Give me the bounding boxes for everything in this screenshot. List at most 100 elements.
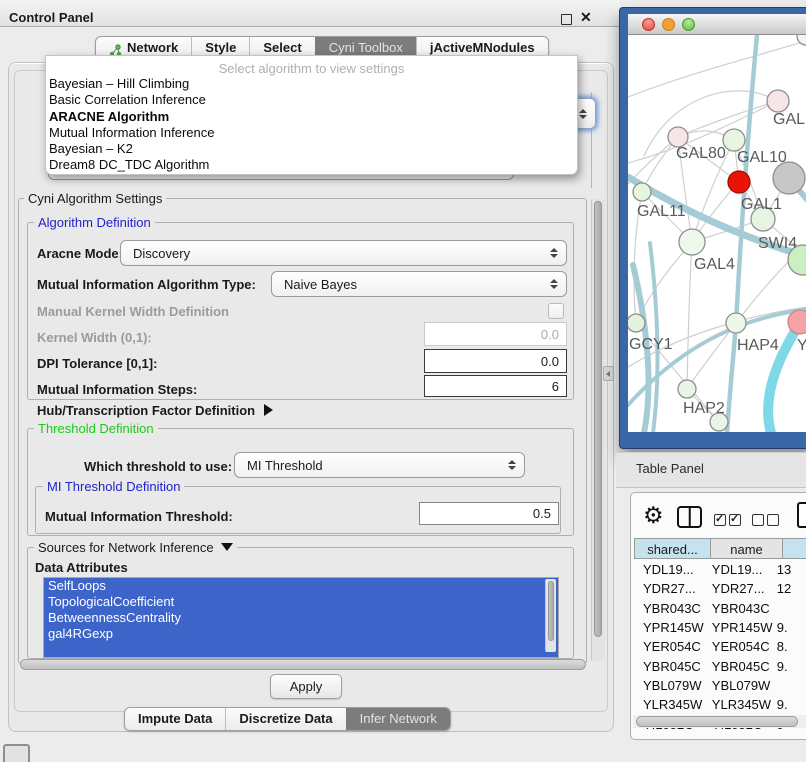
network-edge <box>727 323 736 432</box>
tab-impute-data[interactable]: Impute Data <box>125 708 225 730</box>
column-header-shared-name[interactable]: shared... <box>634 538 711 559</box>
data-attribute-item[interactable]: SelfLoops <box>44 578 558 594</box>
manual-kernel-label: Manual Kernel Width Definition <box>37 304 229 319</box>
network-node[interactable] <box>773 162 805 194</box>
algorithm-option[interactable]: Bayesian – Hill Climbing <box>46 76 577 92</box>
mi-steps-field[interactable]: 6 <box>424 375 567 397</box>
tab-impute-data-label: Impute Data <box>138 708 212 730</box>
table-cell: 9. <box>773 659 806 674</box>
apply-button[interactable]: Apply <box>270 674 342 699</box>
tab-infer-network[interactable]: Infer Network <box>346 708 450 730</box>
table-row[interactable]: YBR043CYBR043C <box>634 599 806 618</box>
aracne-mode-combo[interactable]: Discovery <box>120 240 567 266</box>
table-row[interactable]: YPR145WYPR145W9. <box>634 618 806 637</box>
network-node[interactable] <box>678 380 696 398</box>
gear-icon[interactable]: ⚙ <box>643 502 664 529</box>
network-node[interactable] <box>668 127 688 147</box>
network-node[interactable] <box>726 313 746 333</box>
which-threshold-combo[interactable]: MI Threshold <box>234 452 525 478</box>
close-icon[interactable]: ✕ <box>580 9 592 26</box>
panel-splitter-handle[interactable] <box>603 366 614 381</box>
mi-type-combo[interactable]: Naive Bayes <box>271 271 567 297</box>
attributes-list-scrollbar-thumb[interactable] <box>548 581 554 641</box>
table-row[interactable]: YBL079WYBL079W <box>634 676 806 695</box>
table-cell: YDL19... <box>634 562 706 577</box>
algorithm-option[interactable]: Dream8 DC_TDC Algorithm <box>46 157 577 173</box>
hub-section-toggle[interactable]: Hub/Transcription Factor Definition <box>37 403 273 418</box>
network-node-label: GAL1 <box>741 196 782 213</box>
data-attributes-list[interactable]: SelfLoopsTopologicalCoefficientBetweenne… <box>43 577 559 658</box>
kernel-width-field[interactable]: 0.0 <box>424 322 567 346</box>
data-attribute-item[interactable] <box>44 642 558 658</box>
hub-section-label: Hub/Transcription Factor Definition <box>37 403 255 418</box>
table-row[interactable]: YDL19...YDL19...13 <box>634 560 806 579</box>
table-cell: 13 <box>773 562 806 577</box>
zoom-traffic-light-icon[interactable] <box>682 18 695 31</box>
network-node[interactable] <box>767 90 789 112</box>
data-attribute-item[interactable]: BetweennessCentrality <box>44 610 558 626</box>
network-node[interactable] <box>628 314 645 332</box>
settings-vertical-scrollbar-thumb[interactable] <box>594 201 602 637</box>
tab-discretize-data[interactable]: Discretize Data <box>225 708 345 730</box>
network-node[interactable] <box>633 183 651 201</box>
algorithm-option[interactable]: ARACNE Algorithm <box>46 109 577 125</box>
table-cell: YBR043C <box>634 601 706 616</box>
column-header-name[interactable]: name <box>711 538 783 559</box>
table-row[interactable]: YLR345WYLR345W9. <box>634 695 806 714</box>
network-view-window[interactable]: GALGAL80GAL10GAL1GAL11SWI4GAL4GCY1HAP4YH… <box>620 8 806 448</box>
data-attribute-item[interactable]: gal4RGexp <box>44 626 558 642</box>
tab-infer-network-label: Infer Network <box>360 708 437 730</box>
table-cell: 9. <box>773 620 806 635</box>
minimize-traffic-light-icon[interactable] <box>662 18 675 31</box>
collapse-down-icon <box>221 543 233 551</box>
algorithm-option[interactable]: Bayesian – K2 <box>46 141 577 157</box>
table-cell: YER054C <box>706 639 773 654</box>
table-horizontal-scrollbar-thumb[interactable] <box>636 716 798 727</box>
attributes-list-scrollbar[interactable] <box>545 579 556 652</box>
mi-threshold-field[interactable]: 0.5 <box>419 502 559 525</box>
mi-steps-label: Mutual Information Steps: <box>37 382 197 397</box>
table-cell: 12 <box>773 581 806 596</box>
screen: Control Panel ✕ Network Style Select Cyn… <box>0 0 806 762</box>
float-window-icon[interactable] <box>561 14 572 25</box>
network-node[interactable] <box>728 171 750 193</box>
algorithm-option[interactable]: Mutual Information Inference <box>46 125 577 141</box>
split-columns-icon[interactable] <box>677 506 702 528</box>
mi-type-value: Naive Bayes <box>284 277 357 292</box>
settings-horizontal-scrollbar[interactable] <box>20 659 586 670</box>
network-canvas[interactable]: GALGAL80GAL10GAL1GAL11SWI4GAL4GCY1HAP4YH… <box>628 35 806 432</box>
mi-threshold-value: 0.5 <box>533 506 551 521</box>
network-node-label: Y <box>797 337 806 354</box>
mi-steps-value: 6 <box>552 379 559 394</box>
dropdown-placeholder: Select algorithm to view settings <box>46 56 577 76</box>
select-all-icon[interactable] <box>714 513 744 531</box>
apply-button-label: Apply <box>290 679 323 694</box>
dpi-tolerance-field[interactable]: 0.0 <box>424 349 567 373</box>
sources-group-title: Sources for Network Inference <box>38 540 214 555</box>
deselect-all-icon[interactable] <box>752 513 782 531</box>
settings-vertical-scrollbar[interactable] <box>591 199 605 661</box>
network-node[interactable] <box>788 310 806 334</box>
algorithm-option[interactable]: Basic Correlation Inference <box>46 92 577 108</box>
table-row[interactable]: YBR045CYBR045C9. <box>634 656 806 675</box>
dock-restore-icon[interactable] <box>3 744 30 762</box>
table-cell: YBR043C <box>706 601 773 616</box>
network-node[interactable] <box>679 229 705 255</box>
dpi-tolerance-value: 0.0 <box>541 354 559 369</box>
table-horizontal-scrollbar[interactable] <box>633 715 806 728</box>
network-window-titlebar[interactable] <box>628 14 806 35</box>
network-node[interactable] <box>723 129 745 151</box>
new-file-icon[interactable] <box>797 502 806 528</box>
table-cell: YBL079W <box>634 678 706 693</box>
table-row[interactable]: YER054CYER054C8. <box>634 637 806 656</box>
which-threshold-label: Which threshold to use: <box>84 459 232 474</box>
tab-discretize-data-label: Discretize Data <box>239 708 332 730</box>
column-header-clipped[interactable] <box>783 538 806 559</box>
table-cell: YBR045C <box>706 659 773 674</box>
close-traffic-light-icon[interactable] <box>642 18 655 31</box>
manual-kernel-checkbox[interactable] <box>548 303 564 319</box>
data-attribute-item[interactable]: TopologicalCoefficient <box>44 594 558 610</box>
table-row[interactable]: YDR27...YDR27...12 <box>634 579 806 598</box>
sources-group-header[interactable]: Sources for Network Inference <box>34 540 237 555</box>
table-cell: 8. <box>773 639 806 654</box>
